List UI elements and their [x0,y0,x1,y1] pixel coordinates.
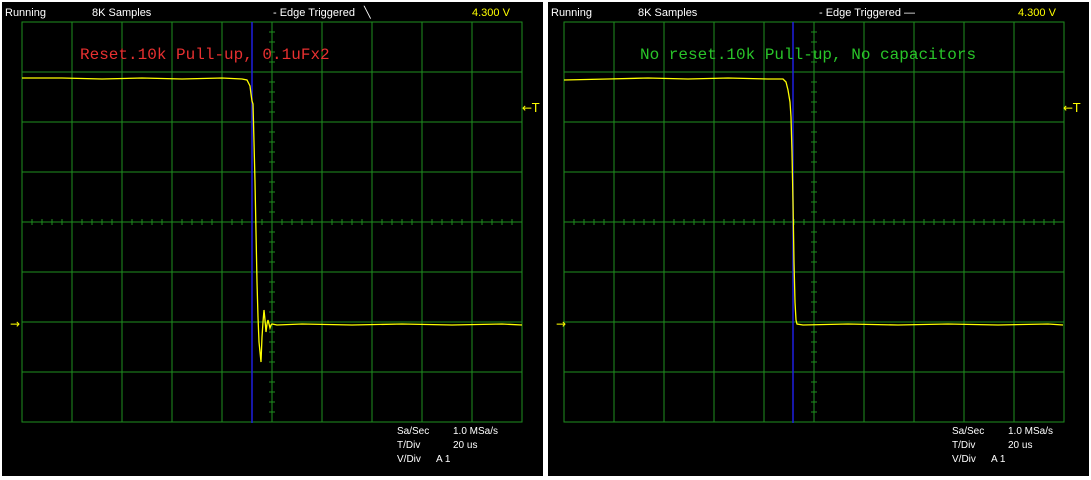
acquisition-info: Sa/Sec 1.0 MSa/s T/Div 20 us V/Div A 1 [397,425,498,467]
volt-div-value: A 1 [991,454,1006,465]
time-div-label: T/Div [397,440,421,451]
scope-window-right: Running 8K Samples - Edge Triggered — 4.… [546,0,1091,480]
sample-rate-label: Sa/Sec [952,426,985,437]
scope-window-left: Running 8K Samples - Edge Triggered ╲ 4.… [0,0,545,480]
volt-div-value: A 1 [436,454,451,465]
sample-rate-label: Sa/Sec [397,426,430,437]
channel-ground-marker[interactable]: → [556,318,566,330]
graticule [21,21,523,423]
time-div-label: T/Div [952,440,976,451]
scope-display-left: Running 8K Samples - Edge Triggered ╲ 4.… [2,2,543,476]
scope-annotation: No reset.10k Pull-up, No capacitors [640,46,977,64]
volt-div-label: V/Div [397,454,421,465]
trigger-level-marker[interactable]: ←T [522,102,539,114]
channel-ground-marker[interactable]: → [10,318,20,330]
time-div-value: 20 us [1008,440,1033,451]
acquisition-info: Sa/Sec 1.0 MSa/s T/Div 20 us V/Div A 1 [952,425,1053,467]
time-div-value: 20 us [453,440,478,451]
waveform-plot-right [563,21,1065,423]
waveform-plot-left [21,21,523,423]
sample-rate-value: 1.0 MSa/s [1008,426,1054,437]
scope-annotation: Reset.10k Pull-up, 0.1uFx2 [80,46,330,64]
trigger-level-marker[interactable]: ←T [1063,102,1080,114]
sample-rate-value: 1.0 MSa/s [453,426,499,437]
graticule [563,21,1065,423]
volt-div-label: V/Div [952,454,976,465]
scope-display-right: Running 8K Samples - Edge Triggered — 4.… [548,2,1089,476]
